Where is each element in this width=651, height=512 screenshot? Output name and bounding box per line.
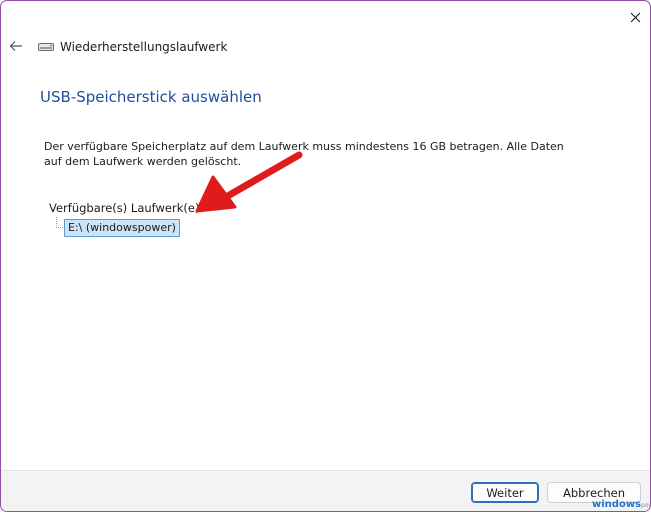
page-heading: USB-Speicherstick auswählen: [40, 88, 262, 106]
close-button[interactable]: [619, 3, 650, 31]
button-bar: Weiter Abbrechen: [1, 470, 650, 511]
page-description: Der verfügbare Speicherplatz auf dem Lau…: [44, 140, 564, 168]
back-button[interactable]: [6, 36, 26, 56]
watermark-sub: power: [641, 502, 651, 509]
drive-list-item[interactable]: E:\ (windowspower): [64, 219, 180, 237]
recovery-drive-window: Wiederherstellungslaufwerk USB-Speichers…: [0, 0, 651, 512]
window-title: Wiederherstellungslaufwerk: [60, 40, 228, 54]
next-button[interactable]: Weiter: [471, 482, 539, 503]
annotation-arrow: [195, 151, 303, 213]
watermark-logo: windowspower: [592, 499, 651, 512]
close-icon: [630, 12, 640, 22]
watermark-main: windows: [592, 499, 642, 510]
available-drives-label: Verfügbare(s) Laufwerk(e): [49, 201, 200, 215]
back-arrow-icon: [9, 41, 22, 51]
drive-icon: [38, 43, 54, 51]
